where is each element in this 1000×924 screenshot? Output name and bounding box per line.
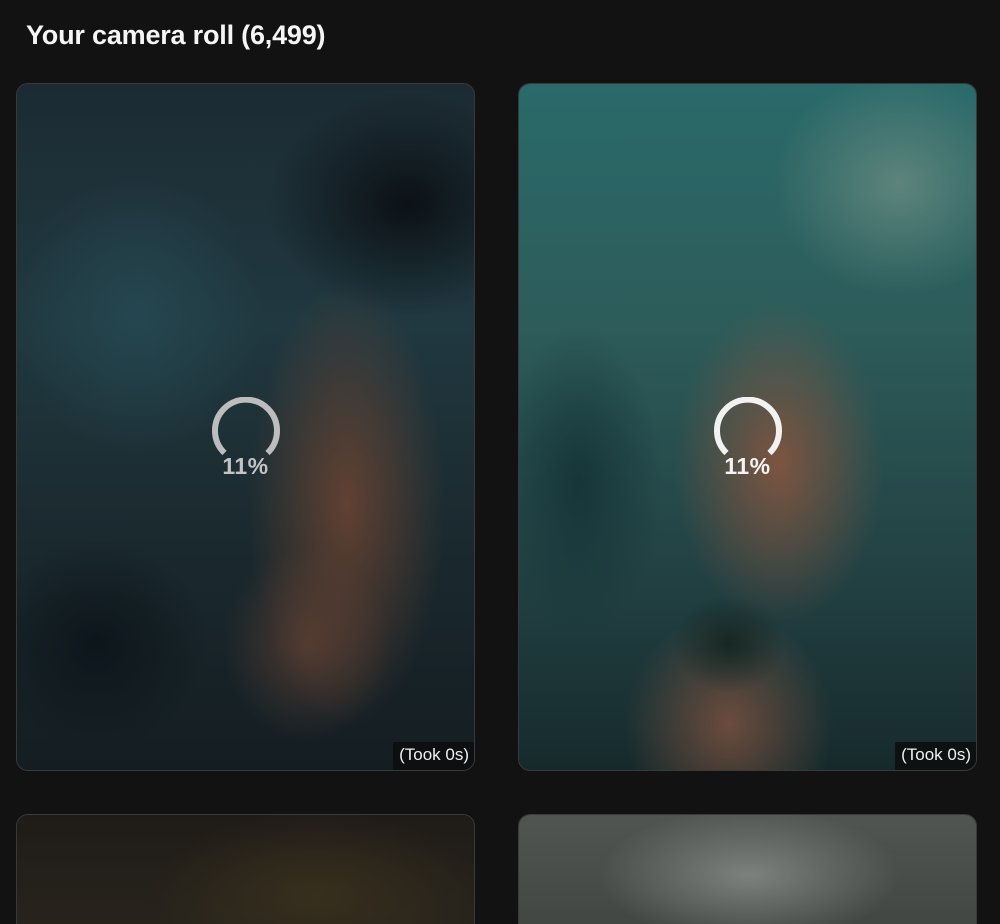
duration-badge: (Took 0s) [895,742,976,770]
photo-tile[interactable] [16,814,475,924]
duration-badge: (Took 0s) [393,742,474,770]
progress-percentage: 11% [222,453,269,479]
camera-roll-page: Your camera roll (6,499) 11% (Took 0s) 1… [0,0,1000,924]
photo-tile[interactable]: 11% (Took 0s) [16,83,475,771]
progress-percentage: 11% [724,453,771,479]
page-title: Your camera roll (6,499) [26,20,326,50]
photo-thumbnail [519,815,976,924]
photo-tile[interactable]: 11% (Took 0s) [518,83,977,771]
photo-tile[interactable] [518,814,977,924]
photo-thumbnail [17,815,474,924]
